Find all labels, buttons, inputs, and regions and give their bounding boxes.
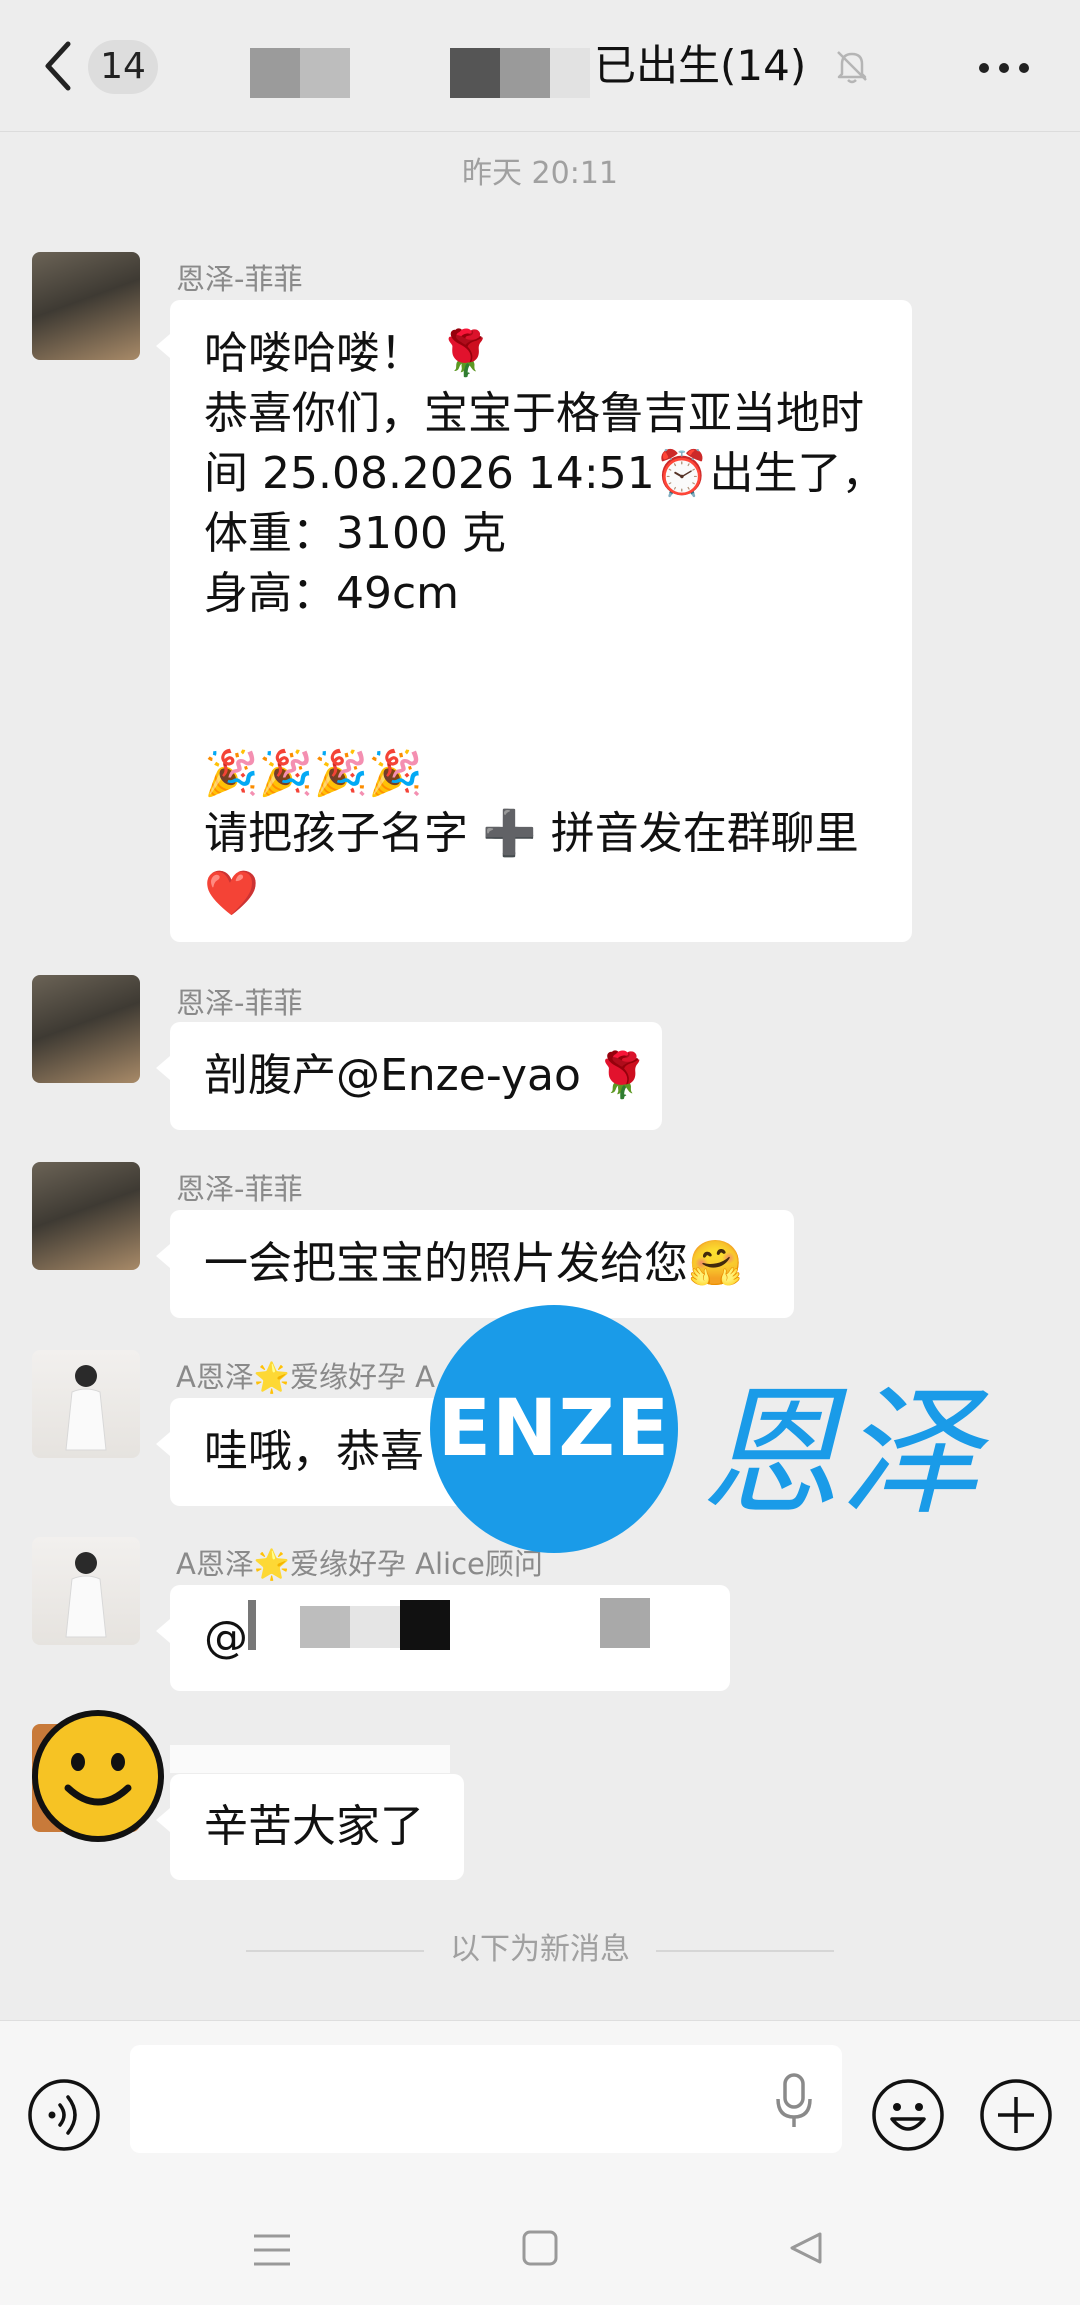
- message-line: ❤️: [204, 868, 259, 919]
- redacted-block: [248, 1600, 256, 1650]
- message-line: 体重：3100 克: [204, 508, 506, 559]
- message-line: 身高：49cm: [204, 568, 460, 619]
- redacted-block: [300, 1606, 350, 1648]
- message-bubble[interactable]: 哈喽哈喽！ 🌹 恭喜你们，宝宝于格鲁吉亚当地时 间 25.08.2026 14:…: [156, 300, 912, 942]
- system-nav-bar: [0, 2190, 1080, 2305]
- plus-icon[interactable]: [978, 2077, 1054, 2153]
- message-text: 辛苦大家了: [204, 1801, 424, 1852]
- mic-icon[interactable]: [772, 2071, 816, 2131]
- mute-bell-icon: [837, 51, 867, 84]
- redacted-block: [550, 48, 590, 98]
- sender-name: A恩泽🌟爱缘好孕 A: [176, 1360, 436, 1394]
- more-icon[interactable]: [976, 48, 1032, 88]
- menu-icon[interactable]: [250, 2230, 294, 2270]
- sender-name: 恩泽-菲菲: [176, 262, 303, 296]
- message-bubble[interactable]: 一会把宝宝的照片发给您🤗: [156, 1210, 794, 1318]
- message-line: 哈喽哈喽！ 🌹: [204, 328, 493, 379]
- divider-line: [656, 1950, 834, 1952]
- divider-label: 以下为新消息: [450, 1932, 630, 1967]
- avatar[interactable]: [32, 252, 140, 360]
- redacted-block: [450, 48, 500, 98]
- avatar[interactable]: [32, 1350, 140, 1458]
- nav-back-icon[interactable]: [786, 2228, 826, 2268]
- message-bubble[interactable]: 辛苦大家了: [156, 1774, 464, 1880]
- new-messages-divider: 以下为新消息: [0, 1930, 1080, 1970]
- back-button[interactable]: [40, 36, 80, 96]
- redacted-block: [350, 1606, 400, 1648]
- message-line: [204, 684, 878, 744]
- redacted-block: [500, 48, 550, 98]
- voice-icon[interactable]: [26, 2077, 102, 2153]
- enze-logo-watermark: ENZE: [430, 1305, 678, 1553]
- message-text: 哇哦，恭喜: [204, 1426, 424, 1477]
- person-figure-icon: [65, 1365, 107, 1451]
- redacted-block: [170, 1745, 450, 1773]
- message-bubble[interactable]: 剖腹产@Enze-yao 🌹: [156, 1022, 662, 1130]
- input-bar: [0, 2020, 1080, 2190]
- enze-text-watermark: 恩泽: [700, 1372, 981, 1535]
- unread-count-badge[interactable]: 14: [88, 40, 158, 94]
- avatar[interactable]: [32, 1537, 140, 1645]
- message-timestamp: 昨天 20:11: [462, 156, 618, 191]
- message-text: 一会把宝宝的照片发给您🤗: [204, 1238, 743, 1289]
- message-line: 请把孩子名字 ➕ 拼音发在群聊里: [204, 808, 859, 859]
- person-figure-icon: [65, 1552, 107, 1638]
- avatar[interactable]: [32, 1162, 140, 1270]
- emoji-icon[interactable]: [870, 2077, 946, 2153]
- sender-name: A恩泽🌟爱缘好孕 Alice顾问: [176, 1547, 543, 1581]
- home-icon[interactable]: [520, 2228, 560, 2268]
- redacted-block: [300, 48, 350, 98]
- redacted-block: [250, 48, 300, 98]
- chat-header: 14 已出生(14): [0, 0, 1080, 132]
- message-text: 剖腹产@Enze-yao 🌹: [204, 1050, 650, 1101]
- message-line: [204, 624, 878, 684]
- avatar[interactable]: [32, 975, 140, 1083]
- back-arrow-icon: [45, 41, 71, 91]
- message-line: 🎉🎉🎉🎉: [204, 748, 424, 799]
- sender-name: 恩泽-菲菲: [176, 1172, 303, 1206]
- message-input[interactable]: [130, 2045, 842, 2153]
- sender-name: 恩泽-菲菲: [176, 986, 303, 1020]
- message-line: 间 25.08.2026 14:51⏰出生了，: [204, 448, 886, 499]
- message-line: 恭喜你们，宝宝于格鲁吉亚当地时: [204, 388, 864, 439]
- chat-title[interactable]: 已出生(14): [594, 36, 806, 96]
- redacted-block: [600, 1598, 650, 1648]
- smiley-sticker-icon: [32, 1710, 164, 1842]
- redacted-block: [400, 1600, 450, 1650]
